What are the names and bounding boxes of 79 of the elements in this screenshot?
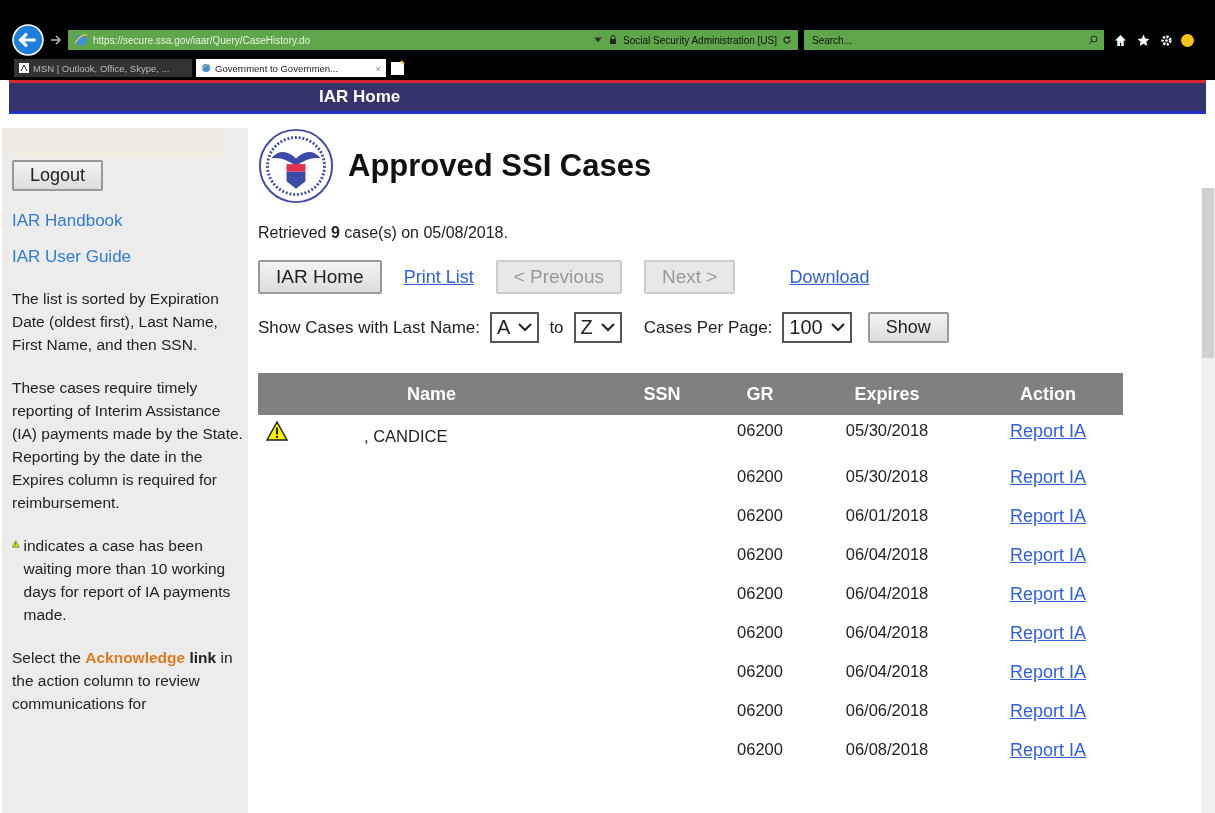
report-link[interactable]: Report IA	[1009, 701, 1086, 721]
table-cell: 06/04/2018	[845, 662, 929, 680]
page-title: Approved SSI Cases	[348, 148, 652, 184]
table-cell: 06/01/2018	[845, 506, 929, 524]
sidebar-paragraph: indicates a case has been waiting more than 10 working days for report of IA payments made.	[23, 536, 232, 625]
site-identity: Social Security Administration [US]	[623, 34, 777, 46]
table-cell: 06200	[737, 421, 783, 439]
back-icon[interactable]	[12, 24, 44, 56]
forward-icon[interactable]	[50, 34, 62, 46]
refresh-icon[interactable]	[782, 35, 792, 45]
search-input[interactable]: Search...	[810, 33, 1088, 47]
column-header: Name	[258, 373, 605, 415]
nav-home-link[interactable]: IAR Home	[319, 87, 401, 107]
table-cell: 06200	[737, 623, 783, 641]
address-bar[interactable]: https://secure.ssa.gov/iaar/Query/CaseHistory.do Social Security Administration [US]	[68, 30, 798, 50]
letter-from-select[interactable]: A	[490, 312, 540, 343]
report-link[interactable]: Report IA	[1009, 545, 1086, 565]
chevron-down-icon	[830, 323, 845, 332]
sidebar-paragraph: Select the Acknowledge link in the action column to review communications for	[12, 648, 234, 714]
msn-page-icon	[19, 63, 29, 73]
new-tab-icon[interactable]	[390, 60, 406, 76]
to-label: to	[549, 317, 564, 338]
report-link[interactable]: Report IA	[1009, 662, 1086, 682]
filter-label: Show Cases with Last Name:	[258, 317, 481, 338]
table-cell: 06200	[737, 740, 783, 758]
table-cell: 06/08/2018	[845, 740, 929, 758]
search-icon[interactable]	[1088, 35, 1098, 45]
table-cell: 06/04/2018	[845, 545, 929, 563]
search-field[interactable]: Search...	[804, 30, 1104, 50]
table-cell: 06200	[737, 701, 783, 719]
summary-text: Retrieved 9 case(s) on 05/08/2018.	[258, 224, 509, 242]
report-link[interactable]: Report IA	[1009, 584, 1086, 604]
table-cell: 06200	[737, 545, 783, 563]
favorites-star-icon[interactable]	[1137, 33, 1150, 47]
settings-icon[interactable]	[1160, 33, 1173, 47]
table-cell: 05/30/2018	[845, 421, 929, 439]
action-link[interactable]: Print List	[403, 266, 474, 288]
sidebar-paragraph: The list is sorted by Expiration Date (oldest first), Last Name, First Name, and then SSN.	[12, 289, 220, 355]
home-icon[interactable]	[1114, 33, 1127, 47]
sidebar-link[interactable]: IAR Handbook	[12, 211, 123, 231]
column-header: Action	[973, 373, 1123, 415]
action-link[interactable]: Download	[789, 266, 870, 288]
table-cell: 06/04/2018	[845, 584, 929, 602]
table-cell: 06/06/2018	[845, 701, 929, 719]
table-cell: 05/30/2018	[845, 467, 929, 485]
browser-tab[interactable]: MSN | Outlook, Office, Skype, ...	[14, 59, 192, 77]
report-link[interactable]: Report IA	[1009, 740, 1086, 760]
report-link[interactable]: Report IA	[1009, 506, 1086, 526]
warning-icon	[266, 421, 288, 441]
url-text: https://secure.ssa.gov/iaar/Query/CaseHistory.do	[93, 34, 311, 46]
letter-to-select[interactable]: Z	[573, 312, 622, 343]
browser-tab[interactable]: Government to Governmen... ×	[196, 59, 386, 77]
scrollbar[interactable]	[1201, 188, 1215, 813]
show-button[interactable]: Show	[867, 312, 949, 343]
table-cell: 06200	[737, 584, 783, 602]
dropdown-icon[interactable]	[593, 35, 604, 45]
lock-icon	[608, 35, 619, 45]
ie-page-icon	[201, 63, 211, 73]
ie-page-icon	[74, 33, 88, 47]
report-link[interactable]: Report IA	[1009, 421, 1086, 441]
per-page-select[interactable]: 100	[782, 312, 852, 343]
page-button[interactable]: IAR Home	[258, 260, 382, 294]
table-cell: 06200	[737, 662, 783, 680]
logout-button[interactable]: Logout	[12, 160, 104, 191]
chevron-down-icon	[518, 323, 533, 332]
report-link[interactable]: Report IA	[1009, 623, 1086, 643]
column-header: Expires	[801, 373, 973, 415]
table-cell: 06200	[737, 506, 783, 524]
column-header: SSN	[605, 373, 719, 415]
table-cell: 06/04/2018	[845, 623, 929, 641]
sidebar-paragraph: These cases require timely reporting of Interim Assistance (IA) payments made by the State. Reporting by the date in the Expires column is required for reimbursement.	[12, 378, 244, 513]
column-header: GR	[719, 373, 801, 415]
sidebar-link[interactable]: IAR User Guide	[12, 247, 132, 267]
table-cell: 06200	[737, 467, 783, 485]
close-tab-button[interactable]: ×	[375, 62, 381, 74]
chevron-down-icon	[600, 323, 615, 332]
report-link[interactable]: Report IA	[1009, 467, 1086, 487]
per-page-label: Cases Per Page:	[643, 317, 773, 338]
table-cell-text: , CANDICE	[363, 427, 448, 446]
